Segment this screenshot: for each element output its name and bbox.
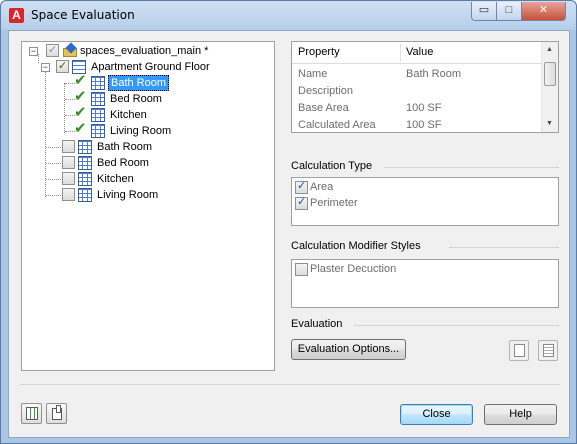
calculation-type-perimeter[interactable]: Perimeter — [295, 195, 495, 212]
blank-document-icon — [514, 344, 525, 357]
property-column-header[interactable]: Property — [298, 46, 340, 58]
space-checkbox[interactable] — [62, 156, 75, 169]
space-grid-icon — [91, 108, 105, 122]
evaluation-title: Evaluation — [291, 318, 343, 330]
tree-node-space[interactable]: Living Room — [22, 187, 272, 203]
autocad-app-icon: A — [9, 8, 24, 23]
scroll-up-icon[interactable]: ▲ — [546, 46, 553, 53]
value-column-header[interactable]: Value — [406, 46, 433, 58]
tree-node-space[interactable]: Kitchen — [22, 171, 272, 187]
calculation-type-list[interactable]: Area Perimeter — [291, 177, 559, 226]
evaluation-options-button[interactable]: Evaluation Options... — [291, 339, 406, 360]
property-name: Base Area — [298, 102, 349, 114]
dialog-client-area: − spaces_evaluation_main * − Apartment G… — [8, 30, 570, 438]
section-divider — [384, 167, 559, 168]
plaster-deduction-checkbox[interactable] — [295, 263, 308, 276]
property-grid-scrollbar[interactable]: ▲ ▼ — [541, 42, 558, 132]
export-evaluation-button[interactable] — [21, 403, 42, 424]
property-grid[interactable]: Property Value Name Bath Room Descriptio… — [291, 41, 559, 133]
property-value: 100 SF — [406, 102, 442, 114]
property-name: Description — [298, 85, 354, 97]
tree-node-space[interactable]: ✔ Bed Room — [22, 88, 272, 107]
area-checkbox[interactable] — [295, 179, 308, 194]
scroll-thumb[interactable] — [544, 62, 556, 86]
modifier-style-item[interactable]: Plaster Decuction — [295, 262, 495, 278]
spreadsheet-export-icon — [26, 407, 38, 420]
property-name: Name — [298, 68, 328, 80]
space-grid-icon — [91, 76, 105, 90]
new-evaluation-document-button[interactable] — [509, 340, 529, 361]
perimeter-checkbox[interactable] — [295, 195, 308, 210]
property-grid-header: Property Value — [292, 42, 542, 64]
property-row[interactable]: Name Bath Room — [298, 66, 542, 83]
space-grid-icon — [91, 124, 105, 138]
green-check-icon: ✔ — [74, 120, 87, 137]
space-grid-icon — [78, 140, 92, 154]
tree-node-label: Kitchen — [110, 109, 147, 121]
collapse-icon[interactable]: − — [41, 63, 50, 72]
floor-checkbox[interactable] — [56, 58, 69, 74]
close-window-button[interactable]: ✕ — [521, 2, 566, 21]
space-tree[interactable]: − spaces_evaluation_main * − Apartment G… — [21, 41, 275, 371]
calculation-type-title: Calculation Type — [291, 160, 373, 172]
space-checkbox[interactable] — [62, 188, 75, 201]
tree-node-space[interactable]: ✔ Kitchen — [22, 104, 272, 123]
property-row[interactable]: Calculated Area 100 SF — [298, 117, 542, 132]
window-title: Space Evaluation — [31, 8, 135, 22]
property-name: Calculated Area — [298, 119, 376, 131]
property-row[interactable]: Description — [298, 83, 542, 100]
space-evaluation-window: A Space Evaluation ▭ □ ✕ − ✓ spaces_eval… — [0, 0, 577, 444]
tree-node-floor[interactable]: − Apartment Ground Floor — [22, 58, 272, 75]
property-value: 100 SF — [406, 119, 442, 131]
space-grid-icon — [91, 92, 105, 106]
property-row[interactable]: Base Area 100 SF — [298, 100, 542, 117]
space-grid-icon — [78, 172, 92, 186]
modifier-styles-title: Calculation Modifier Styles — [291, 240, 421, 252]
tree-node-space[interactable]: Bed Room — [22, 155, 272, 171]
tree-node-label-selected: Bath Room — [108, 75, 170, 91]
green-check-icon: ✔ — [74, 104, 87, 121]
select-spaces-button[interactable] — [46, 403, 67, 424]
template-document-icon — [543, 344, 554, 357]
title-bar: A Space Evaluation ▭ □ ✕ — [1, 1, 576, 30]
tree-node-label: Living Room — [97, 189, 159, 201]
property-value: Bath Room — [406, 68, 462, 80]
tree-node-label: Bed Room — [97, 157, 149, 169]
space-grid-icon — [78, 156, 92, 170]
calculation-type-label: Area — [310, 181, 334, 193]
green-check-icon: ✔ — [74, 88, 87, 105]
tree-node-label: Living Room — [110, 125, 172, 137]
calculation-type-area[interactable]: Area — [295, 179, 495, 196]
column-divider[interactable] — [400, 44, 401, 62]
drawing-folder-icon — [62, 42, 78, 58]
help-button[interactable]: Help — [484, 404, 557, 425]
tree-node-space[interactable]: ✔ Bath Room — [22, 72, 272, 91]
evaluation-template-button[interactable] — [538, 340, 558, 361]
tree-node-label: Bed Room — [110, 93, 162, 105]
tree-node-label: Kitchen — [97, 173, 134, 185]
minimize-button[interactable]: ▭ — [471, 2, 497, 21]
tree-node-label: Bath Room — [97, 141, 153, 153]
root-checkbox[interactable] — [46, 42, 59, 58]
collapse-icon[interactable]: − — [29, 47, 38, 56]
modifier-style-label: Plaster Decuction — [310, 263, 397, 275]
tree-node-root[interactable]: − spaces_evaluation_main * — [22, 42, 272, 59]
maximize-button[interactable]: □ — [496, 2, 522, 21]
scroll-down-icon[interactable]: ▼ — [546, 120, 553, 127]
space-grid-icon — [78, 188, 92, 202]
document-select-icon — [52, 405, 62, 420]
tree-node-label: Apartment Ground Floor — [91, 61, 210, 73]
tree-node-space[interactable]: ✔ Living Room — [22, 120, 272, 139]
space-checkbox[interactable] — [62, 140, 75, 153]
space-checkbox[interactable] — [62, 172, 75, 185]
modifier-styles-list[interactable]: Plaster Decuction — [291, 259, 559, 308]
footer-divider — [20, 384, 560, 385]
section-divider — [449, 247, 559, 248]
section-divider — [354, 325, 559, 326]
tree-node-label: spaces_evaluation_main * — [80, 45, 209, 57]
tree-node-space[interactable]: Bath Room — [22, 139, 272, 155]
close-button[interactable]: Close — [400, 404, 473, 425]
calculation-type-label: Perimeter — [310, 197, 358, 209]
green-check-icon: ✔ — [74, 72, 87, 89]
